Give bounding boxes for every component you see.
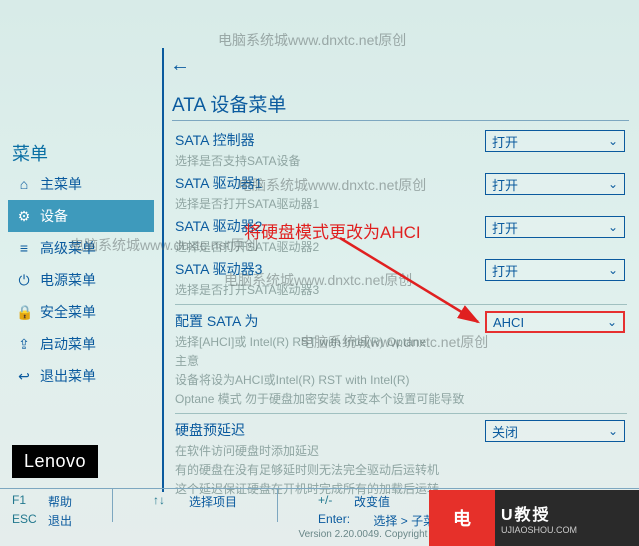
key-esc-label: 退出 — [48, 512, 72, 529]
boot-icon: ⇪ — [16, 336, 32, 352]
sidebar-item-label: 启动菜单 — [40, 334, 96, 354]
footer-separator — [277, 489, 278, 522]
badge-brand: U教授 — [501, 501, 639, 525]
key-arrows-label: 选择项目 — [189, 493, 237, 510]
sata-controller-select[interactable]: 打开 ⌄ — [485, 130, 625, 152]
exit-icon: ↩ — [16, 368, 32, 384]
sidebar-item-label: 设备 — [40, 206, 68, 226]
section-divider — [175, 413, 627, 414]
lock-icon: 🔒 — [16, 304, 32, 320]
setting-desc: 有的硬盘在没有足够延时则无法完全驱动后运转机 — [175, 461, 627, 478]
sidebar-item-boot[interactable]: ⇪ 启动菜单 — [8, 328, 154, 360]
setting-sata-drive1: SATA 驱动器1 打开 ⌄ 选择是否打开SATA驱动器1 — [175, 173, 627, 212]
key-arrows: ↑↓ — [153, 493, 179, 510]
gear-icon: ⚙ — [16, 208, 32, 224]
sata-drive1-select[interactable]: 打开 ⌄ — [485, 173, 625, 195]
setting-configure-sata: 配置 SATA 为 AHCI ⌄ 选择[AHCI]或 Intel(R) RST … — [175, 311, 627, 407]
sidebar-item-label: 电源菜单 — [40, 270, 96, 290]
key-plusminus: +/- — [318, 493, 344, 510]
sidebar-item-label: 主菜单 — [40, 174, 82, 194]
chevron-down-icon: ⌄ — [608, 263, 618, 277]
home-icon: ⌂ — [16, 176, 32, 192]
sidebar-item-advanced[interactable]: ≡ 高级菜单 — [8, 232, 154, 264]
sata-drive2-select[interactable]: 打开 ⌄ — [485, 216, 625, 238]
sidebar-item-main[interactable]: ⌂ 主菜单 — [8, 168, 154, 200]
annotation-text: 将硬盘模式更改为AHCI — [244, 218, 421, 243]
sidebar-item-label: 安全菜单 — [40, 302, 96, 322]
sidebar-item-security[interactable]: 🔒 安全菜单 — [8, 296, 154, 328]
key-enter: Enter: — [318, 512, 350, 529]
select-value: 打开 — [492, 261, 518, 280]
chevron-down-icon: ⌄ — [608, 424, 618, 438]
settings-list: SATA 控制器 打开 ⌄ 选择是否支持SATA设备 SATA 驱动器1 打开 … — [175, 130, 627, 501]
setting-desc: Optane 模式 勿于硬盘加密安装 改变本个设置可能导致 — [175, 390, 627, 407]
setting-sata-drive3: SATA 驱动器3 打开 ⌄ 选择是否打开SATA驱动器3 — [175, 259, 627, 298]
corner-badge: 电 U教授 UJIAOSHOU.COM — [429, 490, 639, 546]
setting-desc: 在软件访问硬盘时添加延迟 — [175, 442, 627, 459]
hdd-delay-select[interactable]: 关闭 ⌄ — [485, 420, 625, 442]
sidebar-item-label: 退出菜单 — [40, 366, 96, 386]
select-value: 打开 — [492, 132, 518, 151]
setting-desc: 设备将设为AHCI或Intel(R) RST with Intel(R) — [175, 371, 627, 388]
select-value: 关闭 — [492, 422, 518, 441]
sidebar-item-devices[interactable]: ⚙ 设备 — [8, 200, 154, 232]
sidebar-title: 菜单 — [12, 140, 48, 166]
select-value: 打开 — [492, 218, 518, 237]
setting-desc: 选择是否支持SATA设备 — [175, 152, 627, 169]
sidebar-item-label: 高级菜单 — [40, 238, 96, 258]
footer-col-help: F1帮助 ESC退出 — [12, 493, 72, 518]
setting-hdd-delay: 硬盘预延迟 关闭 ⌄ 在软件访问硬盘时添加延迟 有的硬盘在没有足够延时则无法完全… — [175, 420, 627, 497]
chevron-down-icon: ⌄ — [608, 134, 618, 148]
key-plusminus-label: 改变值 — [354, 493, 390, 510]
footer-separator — [112, 489, 113, 522]
footer-col-nav: ↑↓ 选择项目 — [153, 493, 237, 518]
badge-left: 电 — [429, 490, 495, 546]
setting-sata-controller: SATA 控制器 打开 ⌄ 选择是否支持SATA设备 — [175, 130, 627, 169]
sidebar-item-power[interactable]: ⏻ 电源菜单 — [8, 264, 154, 296]
key-f1-label: 帮助 — [48, 493, 72, 510]
chevron-down-icon: ⌄ — [607, 315, 617, 329]
select-value: 打开 — [492, 175, 518, 194]
title-divider — [172, 120, 629, 121]
key-esc: ESC — [12, 512, 38, 529]
section-divider — [175, 304, 627, 305]
chevron-down-icon: ⌄ — [608, 177, 618, 191]
watermark-text: 电脑系统城www.dnxtc.net原创 — [218, 30, 406, 50]
badge-right: U教授 UJIAOSHOU.COM — [495, 490, 639, 546]
page-title: ATA 设备菜单 — [172, 90, 286, 117]
select-value: AHCI — [493, 315, 524, 330]
list-icon: ≡ — [16, 240, 32, 256]
sata-drive3-select[interactable]: 打开 ⌄ — [485, 259, 625, 281]
power-icon: ⏻ — [16, 272, 32, 288]
footer-col-change: +/-改变值 Enter: 选择 > 子菜单 — [318, 493, 447, 518]
lenovo-logo: Lenovo — [12, 445, 98, 478]
configure-sata-select[interactable]: AHCI ⌄ — [485, 311, 625, 333]
sidebar: ⌂ 主菜单 ⚙ 设备 ≡ 高级菜单 ⏻ 电源菜单 🔒 安全菜单 ⇪ 启动菜单 ↩… — [8, 168, 154, 392]
key-f1: F1 — [12, 493, 38, 510]
setting-desc: 主意 — [175, 352, 627, 369]
sidebar-item-exit[interactable]: ↩ 退出菜单 — [8, 360, 154, 392]
chevron-down-icon: ⌄ — [608, 220, 618, 234]
badge-url: UJIAOSHOU.COM — [501, 525, 639, 535]
setting-desc: 选择是否打开SATA驱动器3 — [175, 281, 627, 298]
setting-desc: 选择[AHCI]或 Intel(R) RST with Intel(R) Opt… — [175, 333, 627, 350]
setting-desc: 选择是否打开SATA驱动器1 — [175, 195, 627, 212]
